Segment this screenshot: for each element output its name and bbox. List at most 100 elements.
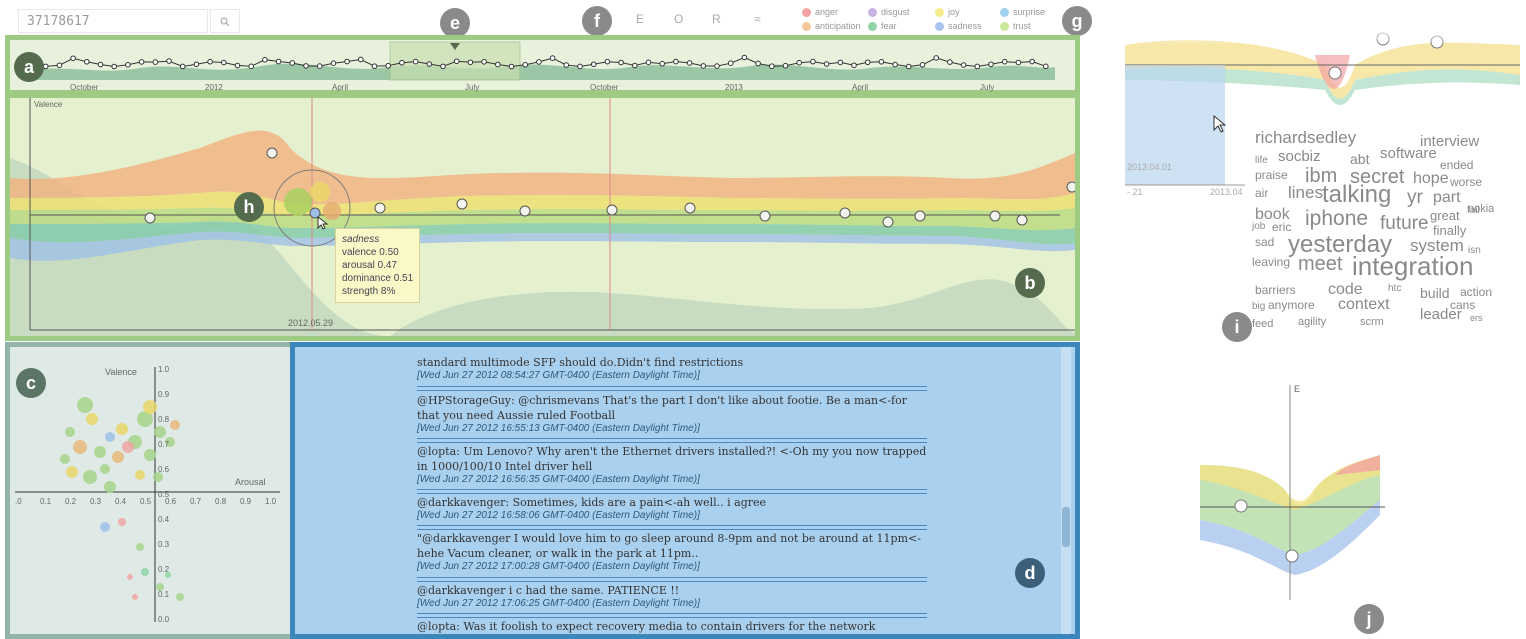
word-cloud-term[interactable]: part <box>1433 189 1461 207</box>
timeline-point[interactable] <box>316 63 323 69</box>
legend-fear[interactable]: fear <box>868 21 897 31</box>
timeline-point[interactable] <box>810 58 816 65</box>
timeline-point[interactable] <box>590 61 597 68</box>
timeline-point[interactable] <box>947 59 953 65</box>
word-cloud-term[interactable]: anymore <box>1268 298 1315 312</box>
timeline-point[interactable] <box>358 56 364 63</box>
timeline-point[interactable] <box>823 61 830 67</box>
scatter-point[interactable] <box>77 397 93 413</box>
search-input[interactable]: 37178617 <box>18 9 208 33</box>
tweet-item[interactable]: standard multimode SFP should do.Didn't … <box>417 355 927 381</box>
word-cloud-term[interactable]: hope <box>1413 170 1449 188</box>
word-cloud-term[interactable]: ers <box>1470 313 1483 323</box>
scatter-point[interactable] <box>100 522 110 532</box>
search-button[interactable] <box>210 9 240 33</box>
word-cloud-term[interactable]: integration <box>1352 251 1473 282</box>
word-cloud-term[interactable]: socbiz <box>1278 148 1321 165</box>
timeline-point[interactable] <box>84 58 90 65</box>
timeline-point[interactable] <box>919 61 926 68</box>
word-cloud-term[interactable]: action <box>1460 285 1492 299</box>
scatter-point[interactable] <box>118 518 126 526</box>
tweet-item[interactable]: @lopta: Um Lenovo? Why aren't the Ethern… <box>417 444 927 485</box>
timeline-point[interactable] <box>796 59 803 66</box>
mode-button-o[interactable]: O <box>674 12 683 26</box>
scatter-point[interactable] <box>100 464 110 474</box>
word-cloud-term[interactable]: yr <box>1407 187 1423 209</box>
timeline-point[interactable] <box>70 55 76 62</box>
mode-button-r[interactable]: R <box>712 12 721 26</box>
scatter-point[interactable] <box>135 470 145 480</box>
legend-joy[interactable]: joy <box>935 7 960 17</box>
scatter-point[interactable] <box>122 441 134 453</box>
word-cloud-term[interactable]: meet <box>1298 253 1342 276</box>
stream-point[interactable] <box>759 210 771 222</box>
anticipation-stream[interactable] <box>10 130 1075 205</box>
timeline-point[interactable] <box>755 60 761 67</box>
timeline-point[interactable] <box>645 59 652 66</box>
timeline-point[interactable] <box>166 58 172 64</box>
scatter-point[interactable] <box>170 420 180 430</box>
scatter-point[interactable] <box>105 432 115 442</box>
scatter-point[interactable] <box>141 568 149 576</box>
tweet-item[interactable]: @HPStorageGuy: @chrismevans That's the p… <box>417 393 927 434</box>
timeline-point[interactable] <box>344 58 350 65</box>
timeline-point[interactable] <box>481 58 487 65</box>
timeline-point[interactable] <box>97 61 104 68</box>
word-cloud-term[interactable]: job <box>1252 221 1265 232</box>
timeline-point[interactable] <box>563 62 570 68</box>
scatter-point[interactable] <box>154 426 166 438</box>
scatter-point[interactable] <box>86 413 98 425</box>
timeline-point[interactable] <box>42 63 49 70</box>
emotion-stream-panel[interactable]: Valence sadness valence 0.50 arousal 0.4… <box>5 93 1080 341</box>
timeline-point[interactable] <box>659 60 666 67</box>
timeline-point[interactable] <box>892 61 898 68</box>
timeline-point[interactable] <box>495 61 501 68</box>
word-cloud-term[interactable]: great <box>1430 208 1460 223</box>
timeline-point[interactable] <box>769 63 775 70</box>
timeline-point[interactable] <box>974 63 981 70</box>
timeline-point[interactable] <box>440 63 446 70</box>
timeline-point[interactable] <box>125 61 131 68</box>
timeline-point[interactable] <box>1015 59 1022 66</box>
timeline-point[interactable] <box>56 62 63 69</box>
tweet-scrollbar[interactable] <box>1061 347 1071 634</box>
scatter-point[interactable] <box>116 423 128 435</box>
word-cloud-term[interactable]: air <box>1255 186 1268 200</box>
mode-button-e[interactable]: E <box>636 12 644 26</box>
scrollbar-thumb[interactable] <box>1062 507 1070 547</box>
timeline-point[interactable] <box>152 59 159 65</box>
timeline-point[interactable] <box>426 61 433 67</box>
timeline-point[interactable] <box>727 60 734 66</box>
timeline-point[interactable] <box>248 63 254 70</box>
legend-anger[interactable]: anger <box>802 7 838 17</box>
timeline-point[interactable] <box>522 61 529 68</box>
timeline-point[interactable] <box>289 60 296 66</box>
joy-glyph[interactable] <box>310 182 330 202</box>
timeline-point[interactable] <box>508 63 515 70</box>
scatter-point[interactable] <box>132 594 138 600</box>
timeline-point[interactable] <box>385 62 392 69</box>
timeline-point[interactable] <box>686 60 693 66</box>
timeline-point[interactable] <box>275 58 282 65</box>
word-cloud-term[interactable]: leader <box>1420 306 1462 323</box>
word-cloud-term[interactable]: feed <box>1252 318 1273 330</box>
timeline-point[interactable] <box>453 58 460 65</box>
word-cloud-term[interactable]: build <box>1420 285 1450 301</box>
stream-point[interactable] <box>839 207 851 219</box>
scatter-point[interactable] <box>144 449 156 461</box>
scatter-point[interactable] <box>127 574 133 580</box>
timeline-point[interactable] <box>111 63 117 70</box>
timeline-point[interactable] <box>412 58 419 65</box>
tweet-item[interactable]: @darkkavenger i c had the same. PATIENCE… <box>417 583 927 609</box>
timeline-point[interactable] <box>1029 58 1035 65</box>
word-cloud-term[interactable]: htc <box>1388 283 1401 294</box>
word-cloud-term[interactable]: worse <box>1450 175 1482 189</box>
timeline-point[interactable] <box>864 59 871 66</box>
emotion-stream-chart[interactable] <box>10 98 1075 336</box>
scatter-point[interactable] <box>73 440 87 454</box>
word-cloud-term[interactable]: fail <box>1467 205 1480 216</box>
timeline-point[interactable] <box>262 56 268 63</box>
stream-point[interactable] <box>1016 214 1028 226</box>
timeline-point[interactable] <box>207 58 213 65</box>
word-cloud-term[interactable]: lines <box>1288 183 1323 203</box>
